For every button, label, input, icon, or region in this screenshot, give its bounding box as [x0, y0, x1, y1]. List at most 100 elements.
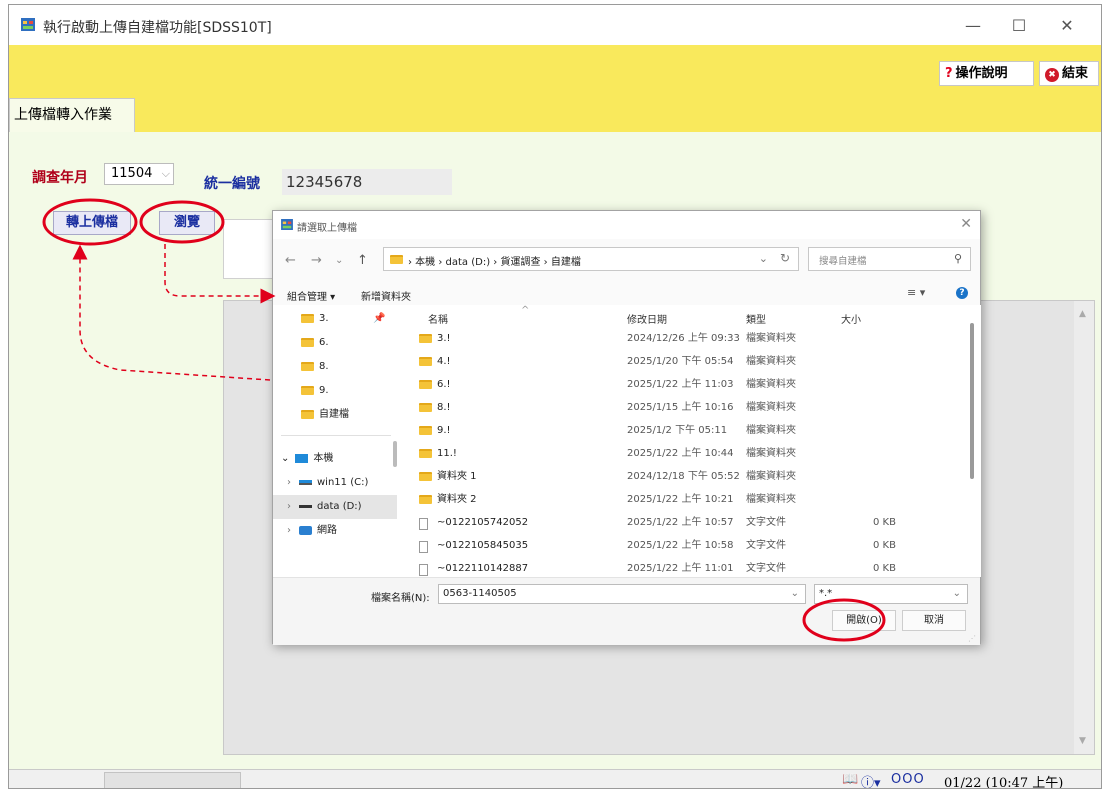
scroll-down-icon[interactable]: ▼: [1079, 736, 1086, 746]
file-name: 6.!: [437, 379, 451, 390]
folder-icon: [419, 495, 432, 504]
nav-scrollbar[interactable]: [393, 441, 397, 467]
file-type: 文字文件: [746, 540, 786, 551]
status-field: [104, 772, 241, 788]
nav-item[interactable]: 6.: [273, 331, 391, 355]
file-type: 檔案資料夾: [746, 494, 796, 505]
taxid-label: 統一編號: [204, 176, 260, 192]
file-date: 2025/1/22 上午 10:57: [627, 517, 734, 528]
status-user: OOO: [891, 772, 925, 787]
cancel-button[interactable]: 取消: [902, 610, 966, 631]
help-button[interactable]: ? 操作說明: [939, 61, 1034, 86]
file-row[interactable]: 資料夾 1 2024/12/18 下午 05:52 檔案資料夾: [415, 465, 953, 488]
col-date[interactable]: 修改日期: [627, 311, 667, 326]
nav-item-drive-d[interactable]: › data (D:): [273, 495, 397, 519]
file-row[interactable]: 資料夾 2 2025/1/22 上午 10:21 檔案資料夾: [415, 488, 953, 511]
help-icon[interactable]: ?: [956, 287, 968, 299]
forward-icon[interactable]: →: [311, 253, 322, 268]
col-type[interactable]: 類型: [746, 311, 766, 326]
file-icon: [419, 564, 428, 576]
question-icon: ?: [945, 66, 953, 81]
year-select[interactable]: 11504 ⌵: [104, 163, 174, 185]
col-name[interactable]: 名稱: [428, 311, 448, 326]
file-type: 檔案資料夾: [746, 379, 796, 390]
app-icon: [21, 18, 35, 31]
nav-item-drive-c[interactable]: › win11 (C:): [273, 471, 391, 495]
file-row[interactable]: 9.! 2025/1/2 下午 05:11 檔案資料夾: [415, 419, 953, 442]
chevron-down-icon: ⌵: [161, 167, 170, 180]
filename-label: 檔案名稱(N):: [371, 593, 430, 604]
exit-button[interactable]: ✖ 結束: [1039, 61, 1099, 86]
exit-label: 結束: [1062, 66, 1089, 81]
filetype-select[interactable]: *.* ⌄: [814, 584, 968, 604]
col-size[interactable]: 大小: [841, 311, 861, 326]
filename-input[interactable]: 0563-1140505 ⌄: [438, 584, 806, 604]
file-row[interactable]: ~0122105845035 2025/1/22 上午 10:58 文字文件 0 KB: [415, 534, 953, 557]
divider: [281, 435, 391, 436]
folder-icon: [419, 380, 432, 389]
file-name: 9.!: [437, 425, 451, 436]
recent-chevron-icon[interactable]: ⌄: [335, 255, 343, 266]
search-input[interactable]: 搜尋自建檔 ⚲: [808, 247, 971, 271]
pin-icon: 📌: [373, 313, 386, 324]
upload-button[interactable]: 轉上傳檔: [53, 211, 131, 235]
nav-item-network[interactable]: › 網路: [273, 519, 391, 543]
file-row[interactable]: 3.! 2024/12/26 上午 09:33 檔案資料夾: [415, 327, 953, 350]
file-size: 0 KB: [873, 517, 896, 528]
file-scrollbar[interactable]: [970, 323, 974, 479]
nav-item[interactable]: 8.: [273, 355, 391, 379]
new-folder-button[interactable]: 新增資料夾: [361, 288, 411, 303]
path-text: › 本機 › data (D:) › 貨運調查 › 自建檔: [408, 257, 581, 268]
scroll-up-icon[interactable]: ▲: [1079, 309, 1086, 319]
file-type: 檔案資料夾: [746, 425, 796, 436]
sort-icon: ^: [521, 305, 530, 316]
status-bar: 📖 ⓘ▾ OOO 01/22 (10:47 上午): [9, 769, 1101, 788]
dialog-close-icon[interactable]: ✕: [960, 216, 972, 232]
command-bar: 組合管理 ▾ 新增資料夾 ≡ ▾ ?: [273, 283, 980, 305]
refresh-icon[interactable]: ↻: [780, 251, 790, 265]
file-row[interactable]: 8.! 2025/1/15 上午 10:16 檔案資料夾: [415, 396, 953, 419]
file-row[interactable]: ~0122105742052 2025/1/22 上午 10:57 文字文件 0 KB: [415, 511, 953, 534]
folder-icon: [419, 357, 432, 366]
grid-scrollbar[interactable]: ▲ ▼: [1074, 301, 1094, 754]
taxid-field[interactable]: 12345678: [282, 169, 452, 195]
file-row[interactable]: 6.! 2025/1/22 上午 11:03 檔案資料夾: [415, 373, 953, 396]
nav-item-pc[interactable]: ⌄ 本機: [273, 447, 391, 471]
pc-icon: [295, 453, 309, 463]
tab-upload-import[interactable]: 上傳檔轉入作業: [9, 98, 135, 132]
folder-icon: [301, 313, 314, 323]
help-label: 操作說明: [955, 66, 1008, 81]
info-icon[interactable]: ⓘ▾: [861, 772, 881, 788]
back-icon[interactable]: ←: [285, 253, 296, 268]
browse-button[interactable]: 瀏覽: [159, 211, 215, 235]
nav-item[interactable]: 3. 📌: [273, 307, 391, 331]
file-row[interactable]: 4.! 2025/1/20 下午 05:54 檔案資料夾: [415, 350, 953, 373]
exit-icon: ✖: [1045, 68, 1059, 82]
nav-item[interactable]: 自建檔: [273, 403, 391, 427]
file-list: 名稱 ^ 修改日期 類型 大小 3.! 2024/12/26 上午 09:33 檔案…: [401, 305, 981, 577]
address-bar: ← → ⌄ ↑ › 本機 › data (D:) › 貨運調查 › 自建檔 ⌄ …: [273, 239, 980, 283]
dialog-title: 請選取上傳檔: [297, 223, 357, 234]
nav-item[interactable]: 9.: [273, 379, 391, 403]
chevron-down-icon[interactable]: ⌄: [759, 252, 768, 265]
file-date: 2025/1/22 上午 10:21: [627, 494, 734, 505]
search-placeholder: 搜尋自建檔: [819, 256, 867, 267]
up-icon[interactable]: ↑: [357, 253, 368, 268]
view-icon[interactable]: ≡ ▾: [907, 286, 925, 299]
chevron-down-icon[interactable]: ⌄: [791, 585, 799, 603]
open-button[interactable]: 開啟(O): [832, 610, 896, 631]
navigation-pane: 3. 📌 6. 8. 9. 自建檔 ⌄ 本機 › win11 (C:) › data (…: [273, 305, 397, 577]
maximize-button[interactable]: ☐: [1001, 13, 1037, 39]
chevron-down-icon[interactable]: ⌄: [953, 585, 961, 603]
organize-button[interactable]: 組合管理 ▾: [287, 288, 335, 303]
address-path[interactable]: › 本機 › data (D:) › 貨運調查 › 自建檔 ⌄ ↻: [383, 247, 799, 271]
minimize-button[interactable]: —: [955, 13, 991, 39]
file-name: 4.!: [437, 356, 451, 367]
tab-strip: 上傳檔轉入作業: [9, 90, 1101, 132]
resize-grip-icon[interactable]: ⋰: [968, 634, 976, 643]
file-size: 0 KB: [873, 540, 896, 551]
close-button[interactable]: ✕: [1049, 13, 1085, 39]
dialog-title-bar: 請選取上傳檔 ✕: [273, 211, 980, 239]
year-value: 11504: [111, 166, 153, 181]
file-row[interactable]: 11.! 2025/1/22 上午 10:44 檔案資料夾: [415, 442, 953, 465]
